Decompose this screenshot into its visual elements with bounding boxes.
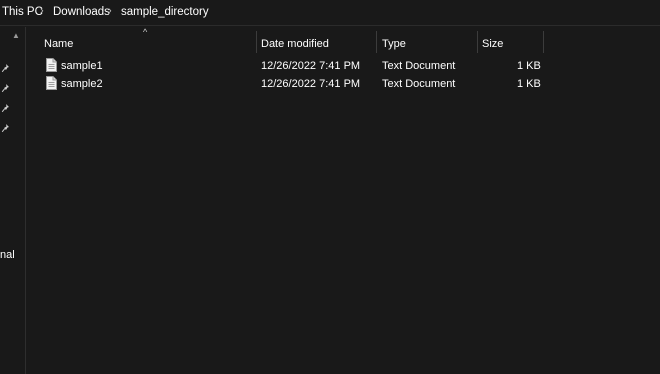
chevron-right-icon[interactable]: ›: [40, 5, 44, 17]
column-header-name[interactable]: Name: [44, 31, 256, 55]
column-header-type[interactable]: Type: [382, 31, 477, 55]
column-header-name-label: Name: [44, 38, 74, 50]
file-size: 1 KB: [517, 60, 541, 72]
file-type: Text Document: [382, 78, 456, 90]
breadcrumb-item-sample-directory[interactable]: sample_directory: [121, 6, 209, 18]
chevron-right-icon[interactable]: ›: [108, 5, 112, 17]
column-divider[interactable]: [256, 31, 257, 53]
file-list: ^ Name Date modified Type Size sample1 1…: [27, 27, 660, 374]
file-explorer-window: This PC › Downloads › sample_directory ▲…: [0, 0, 660, 374]
column-header-date-modified-label: Date modified: [261, 38, 329, 50]
pin-icon[interactable]: [1, 123, 11, 133]
file-date-modified: 12/26/2022 7:41 PM: [261, 78, 361, 90]
pin-icon[interactable]: [1, 103, 11, 113]
navigation-pane: ▲ nal: [0, 27, 26, 374]
file-type: Text Document: [382, 60, 456, 72]
pin-icon[interactable]: [1, 63, 11, 73]
breadcrumb-item-this-pc[interactable]: This PC: [2, 6, 43, 18]
column-header-date-modified[interactable]: Date modified: [261, 31, 376, 55]
chevron-up-icon[interactable]: ▲: [12, 31, 20, 40]
breadcrumb-item-downloads[interactable]: Downloads: [53, 6, 110, 18]
pin-icon[interactable]: [1, 83, 11, 93]
file-row-sample1[interactable]: sample1 12/26/2022 7:41 PM Text Document…: [41, 57, 551, 75]
column-divider[interactable]: [543, 31, 544, 53]
breadcrumb: This PC › Downloads › sample_directory: [0, 0, 660, 26]
file-name: sample2: [61, 78, 103, 90]
column-header-size-label: Size: [482, 38, 504, 50]
file-row-sample2[interactable]: sample2 12/26/2022 7:41 PM Text Document…: [41, 75, 551, 93]
file-name: sample1: [61, 60, 103, 72]
nav-item-partial-label[interactable]: nal: [0, 249, 24, 261]
column-header-type-label: Type: [382, 38, 406, 50]
column-divider[interactable]: [477, 31, 478, 53]
text-document-icon: [46, 58, 57, 72]
text-document-icon: [46, 76, 57, 90]
column-header-size[interactable]: Size: [482, 31, 542, 55]
file-date-modified: 12/26/2022 7:41 PM: [261, 60, 361, 72]
file-size: 1 KB: [517, 78, 541, 90]
column-divider[interactable]: [376, 31, 377, 53]
